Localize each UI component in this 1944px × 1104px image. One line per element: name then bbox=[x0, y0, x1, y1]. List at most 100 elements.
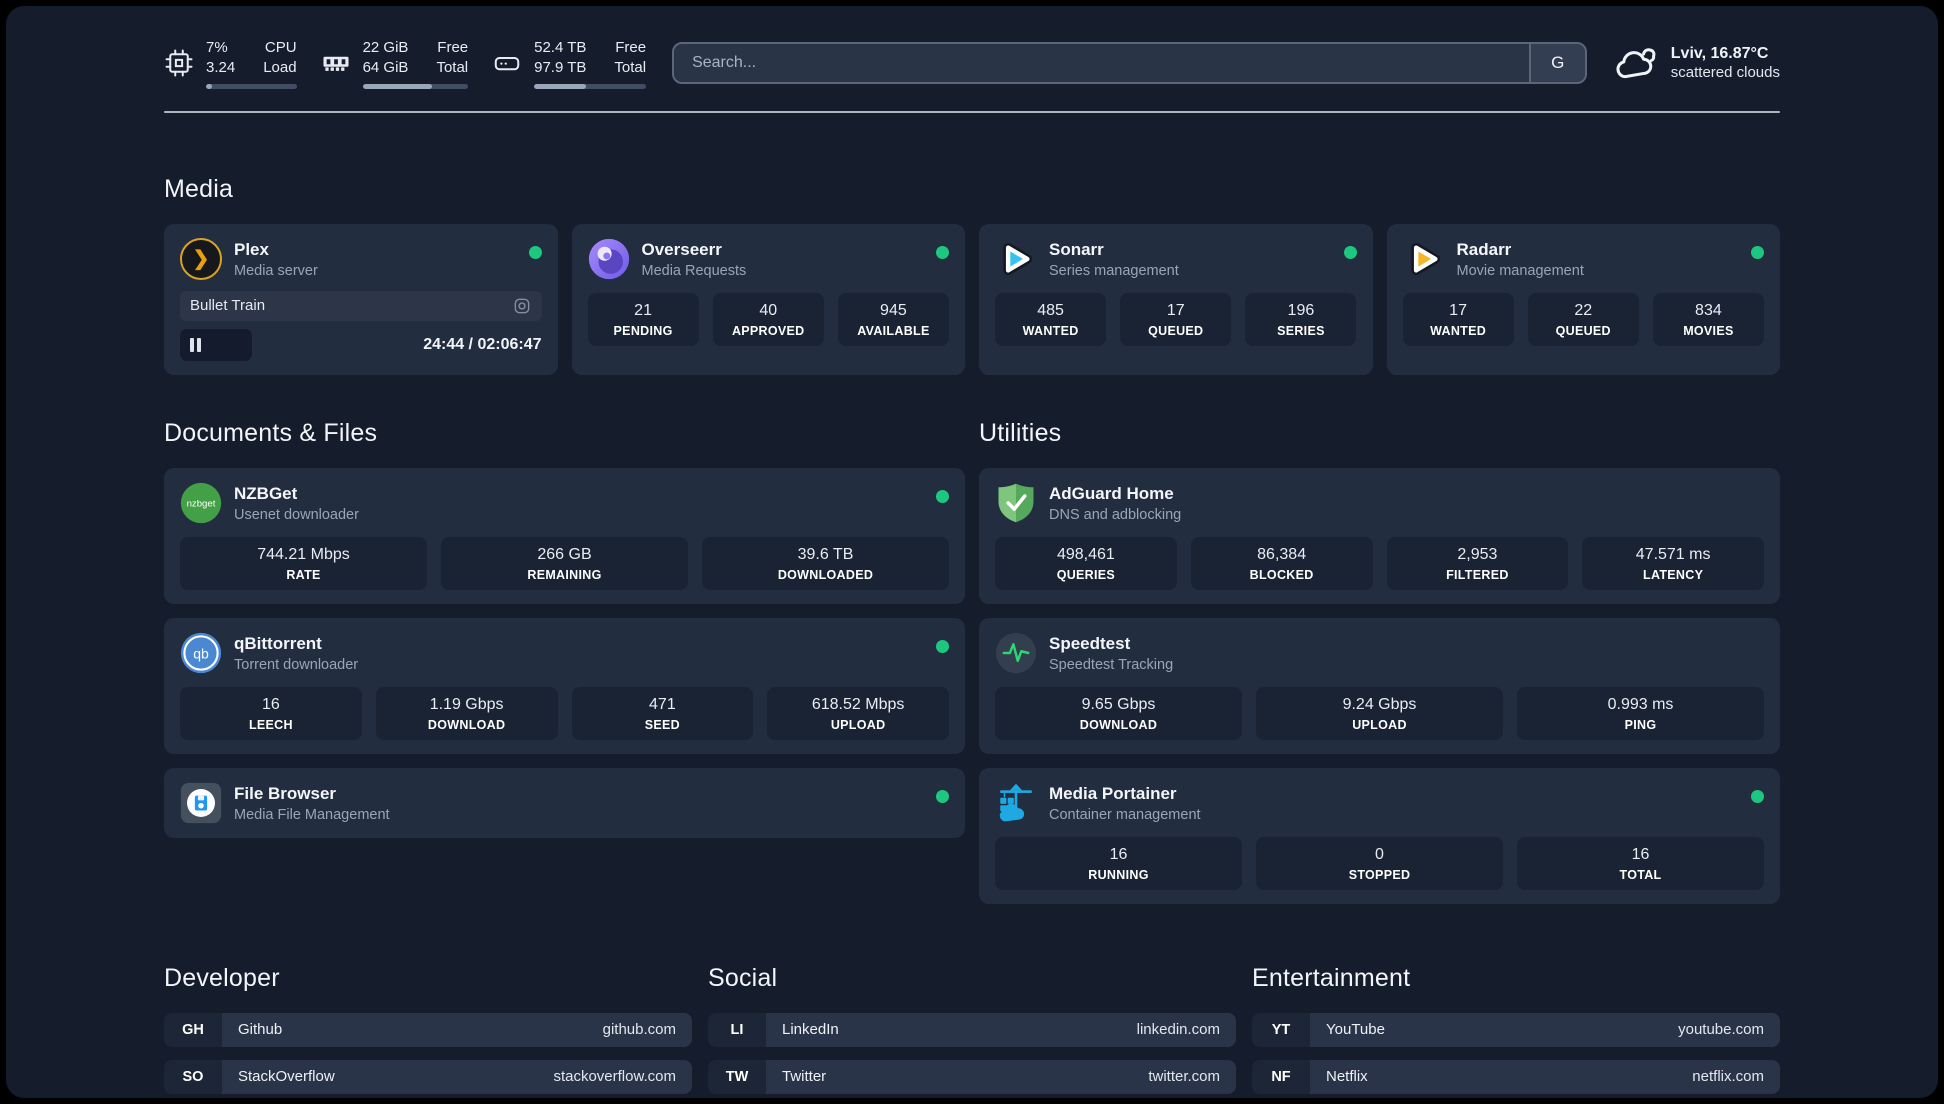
disk-icon bbox=[492, 48, 522, 78]
cpu-load-label: Load bbox=[263, 58, 297, 76]
section-entertainment: Entertainment YT YouTube youtube.com NF … bbox=[1252, 964, 1780, 1098]
stat-tile: 0 STOPPED bbox=[1256, 836, 1503, 890]
portainer-subtitle: Container management bbox=[1049, 806, 1201, 823]
documents-section-title: Documents & Files bbox=[164, 418, 378, 447]
stat-tile: 16 LEECH bbox=[180, 686, 362, 740]
pause-icon bbox=[190, 337, 194, 352]
stat-tile: 945 AVAILABLE bbox=[837, 292, 949, 346]
speedtest-card[interactable]: Speedtest Speedtest Tracking 9.65 Gbps DO… bbox=[979, 617, 1780, 754]
sonarr-card[interactable]: Sonarr Series management 485 WANTED 17 QUE… bbox=[979, 223, 1373, 375]
overseerr-card[interactable]: Overseerr Media Requests 21 PENDING 40 APP… bbox=[571, 223, 965, 375]
entertainment-section-title: Entertainment bbox=[1252, 963, 1411, 992]
qbittorrent-card[interactable]: qb qBittorrent Torrent downloader 16 LEEC… bbox=[164, 617, 965, 754]
dashboard: 7% 3.24 CPU Load 22 GiB 64 GiB Free Tota… bbox=[6, 6, 1938, 1098]
nzbget-icon: nzbget bbox=[180, 482, 222, 524]
radarr-status-dot bbox=[1751, 245, 1764, 259]
bookmark-url: twitter.com bbox=[1148, 1068, 1220, 1086]
stat-tile: 17 QUEUED bbox=[1120, 292, 1232, 346]
svg-text:qb: qb bbox=[193, 645, 209, 661]
sonarr-status-dot bbox=[1343, 245, 1357, 259]
bookmark-name: StackOverflow bbox=[238, 1068, 335, 1086]
stat-tile: 834 MOVIES bbox=[1652, 292, 1764, 346]
bookmark-youtube[interactable]: YT YouTube youtube.com bbox=[1252, 1012, 1780, 1047]
bookmark-url: linkedin.com bbox=[1136, 1021, 1220, 1039]
filebrowser-status-dot bbox=[936, 789, 949, 803]
bookmark-netflix[interactable]: NF Netflix netflix.com bbox=[1252, 1059, 1780, 1094]
weather-widget: Lviv, 16.87°C scattered clouds bbox=[1613, 43, 1780, 83]
bookmark-stackoverflow[interactable]: SO StackOverflow stackoverflow.com bbox=[164, 1059, 692, 1094]
bookmark-abbr: SO bbox=[164, 1059, 222, 1094]
radarr-icon bbox=[1403, 238, 1445, 280]
stat-tile: 39.6 TB DOWNLOADED bbox=[702, 536, 949, 590]
nzbget-subtitle: Usenet downloader bbox=[234, 506, 359, 523]
cpu-load-value: 3.24 bbox=[206, 58, 236, 76]
stat-tile: 40 APPROVED bbox=[712, 292, 824, 346]
nzbget-status-dot bbox=[936, 489, 949, 503]
stat-tile: 2,953 FILTERED bbox=[1386, 536, 1569, 590]
nzbget-name: NZBGet bbox=[234, 483, 298, 503]
bookmark-name: LinkedIn bbox=[782, 1021, 839, 1039]
cloud-icon bbox=[1613, 43, 1659, 83]
bookmark-name: Twitter bbox=[782, 1068, 827, 1086]
filebrowser-name: File Browser bbox=[234, 783, 337, 803]
ram-free: 22 GiB bbox=[362, 39, 409, 56]
bookmark-github[interactable]: GH Github github.com bbox=[164, 1012, 692, 1047]
adguard-card[interactable]: AdGuard Home DNS and adblocking 498,461 Q… bbox=[979, 467, 1780, 604]
stat-tile: 1.19 Gbps DOWNLOAD bbox=[375, 686, 558, 740]
bookmark-linkedin[interactable]: LI LinkedIn linkedin.com bbox=[708, 1012, 1236, 1047]
svg-text:nzbget: nzbget bbox=[187, 498, 216, 509]
portainer-name: Media Portainer bbox=[1049, 783, 1177, 803]
bookmark-twitter[interactable]: TW Twitter twitter.com bbox=[708, 1059, 1236, 1094]
search-engine-button[interactable]: G bbox=[1528, 44, 1585, 83]
portainer-card[interactable]: Media Portainer Container management 16 R… bbox=[979, 767, 1780, 904]
stat-tile: 471 SEED bbox=[571, 686, 754, 740]
stat-tile: 266 GB REMAINING bbox=[441, 536, 688, 590]
playback-elapsed-bar[interactable] bbox=[180, 328, 253, 361]
nzbget-card[interactable]: nzbget NZBGet Usenet downloader 744.21 M… bbox=[164, 467, 965, 604]
ram-total: 64 GiB bbox=[362, 58, 409, 76]
stat-tile: 47.571 ms LATENCY bbox=[1582, 536, 1764, 590]
ram-free-label: Free bbox=[437, 39, 469, 56]
qbittorrent-subtitle: Torrent downloader bbox=[234, 656, 359, 673]
stat-tile: 196 SERIES bbox=[1245, 292, 1357, 346]
filebrowser-icon bbox=[180, 782, 222, 824]
playback-time: 24:44 / 02:06:47 bbox=[423, 335, 542, 353]
section-utilities: Utilities AdGuard Home DNS and adblockin… bbox=[979, 419, 1780, 904]
qbittorrent-icon: qb bbox=[180, 632, 222, 674]
cpu-widget: 7% 3.24 CPU Load bbox=[164, 38, 297, 89]
social-section-title: Social bbox=[708, 963, 778, 992]
bookmark-name: Netflix bbox=[1326, 1068, 1368, 1086]
now-playing-title: Bullet Train bbox=[190, 297, 266, 315]
search-engine-label: G bbox=[1551, 53, 1565, 73]
plex-status-dot bbox=[528, 245, 542, 259]
adguard-subtitle: DNS and adblocking bbox=[1049, 506, 1182, 523]
header-divider bbox=[164, 110, 1780, 113]
ram-progress bbox=[362, 83, 469, 89]
stat-tile: 9.24 Gbps UPLOAD bbox=[1256, 686, 1503, 740]
cpu-progress bbox=[206, 83, 297, 89]
radarr-subtitle: Movie management bbox=[1456, 262, 1584, 279]
playback-progress: 24:44 / 02:06:47 bbox=[180, 328, 542, 361]
cpu-label: CPU bbox=[264, 39, 297, 56]
filebrowser-card[interactable]: File Browser Media File Management bbox=[164, 767, 965, 838]
section-social: Social LI LinkedIn linkedin.com TW Twitt… bbox=[708, 964, 1236, 1094]
stat-tile: 498,461 QUERIES bbox=[995, 536, 1177, 590]
portainer-icon bbox=[995, 782, 1037, 824]
bookmark-abbr: NF bbox=[1252, 1059, 1310, 1094]
plex-card[interactable]: ❯ Plex Media server Bullet Train 24:44 /… bbox=[164, 223, 558, 375]
portainer-status-dot bbox=[1751, 789, 1764, 803]
overseerr-status-dot bbox=[936, 245, 949, 259]
now-playing-row: Bullet Train bbox=[180, 290, 542, 321]
radarr-card[interactable]: Radarr Movie management 17 WANTED 22 QUEUE… bbox=[1386, 223, 1780, 375]
qbittorrent-status-dot bbox=[936, 639, 949, 653]
filebrowser-subtitle: Media File Management bbox=[234, 806, 390, 823]
search-input[interactable] bbox=[674, 54, 1529, 73]
cpu-usage: 7% bbox=[206, 39, 228, 56]
bookmark-abbr: TW bbox=[708, 1059, 766, 1094]
speedtest-icon bbox=[995, 632, 1037, 674]
system-stats: 7% 3.24 CPU Load 22 GiB 64 GiB Free Tota… bbox=[164, 38, 647, 89]
disk-total-label: Total bbox=[614, 58, 647, 76]
stat-tile: 17 WANTED bbox=[1402, 292, 1514, 346]
plex-icon: ❯ bbox=[180, 237, 222, 280]
stat-tile: 21 PENDING bbox=[587, 292, 699, 346]
